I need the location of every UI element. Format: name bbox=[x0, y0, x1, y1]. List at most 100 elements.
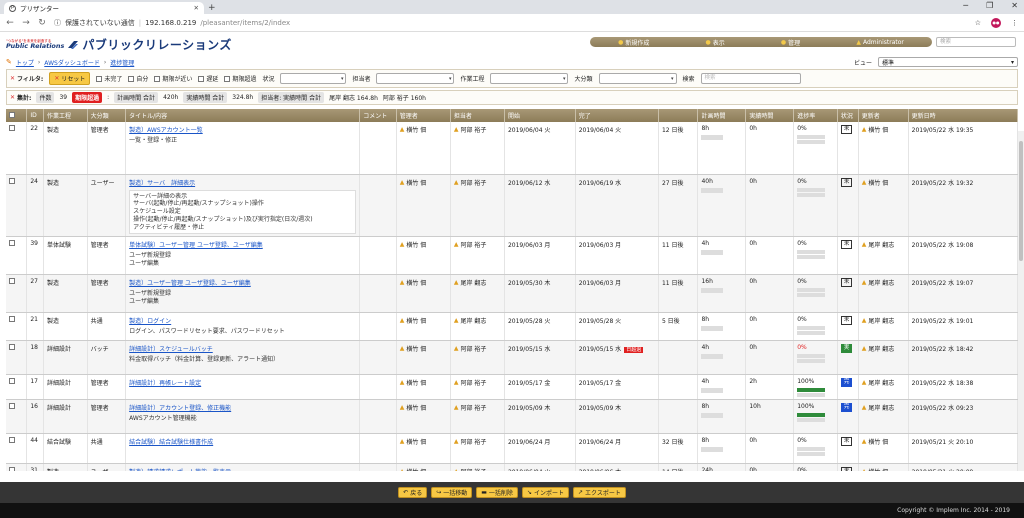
row-checkbox[interactable] bbox=[9, 316, 15, 323]
breadcrumb-top[interactable]: トップ bbox=[16, 58, 34, 67]
row-checkbox[interactable] bbox=[9, 467, 15, 471]
table-row[interactable]: 22 製造 管理者 製造）AWSアカウント一覧 一覧・登録・修正 ▲ 横竹 佃 ▲ 阿部 裕子 2… bbox=[6, 122, 1018, 175]
table-row[interactable]: 31製造ユーザー製造）請求請求レポート機能一覧表示一覧の表示当月の月中金額を表示… bbox=[6, 463, 1018, 471]
table-row[interactable]: 16 詳細設計 管理者 詳細設計）アカウント登録、修正機能 AWSアカウント管理機能 ▲ 横… bbox=[6, 399, 1018, 435]
logo[interactable]: "つながる"を未来を創造する Public Relations パブリックリレー… bbox=[6, 36, 232, 53]
assignee-select[interactable]: ▾ bbox=[376, 73, 455, 84]
bookmark-star-icon[interactable]: ☆ bbox=[975, 19, 981, 27]
column-header[interactable]: 管理者 bbox=[396, 109, 451, 122]
manager-user: ▲横竹 佃 bbox=[400, 178, 447, 187]
column-header[interactable]: 状況 bbox=[837, 109, 859, 122]
column-header[interactable]: 実績時間 bbox=[745, 109, 795, 122]
table-row[interactable]: 18 詳細設計 バッチ 詳細設計）スケジュールバッチ 料金取得バッチ（料金計算、登録更新… bbox=[6, 340, 1018, 376]
actual-total-chip[interactable]: 実績時間 合計 bbox=[183, 92, 228, 103]
table-row[interactable]: 44 結合試験 共通 結合試験）結合試験仕様書作成 ▲ 横竹 佃 ▲ 阿部 裕子 2019/06… bbox=[6, 433, 1018, 465]
item-title-link[interactable]: 詳細設計）アカウント登録、修正機能 bbox=[129, 403, 356, 412]
user-icon: ▲ bbox=[399, 279, 405, 287]
column-header[interactable]: 完了 bbox=[575, 109, 659, 122]
count-chip[interactable]: 件数 bbox=[36, 92, 55, 103]
column-header[interactable]: 更新者 bbox=[858, 109, 909, 122]
view-select[interactable]: 標準 ▾ bbox=[878, 57, 1018, 67]
browser-menu-icon[interactable]: ⋮ bbox=[1011, 19, 1018, 27]
item-title-link[interactable]: 製造）ユーザー管理 ユーザ登録、ユーザ編集 bbox=[129, 278, 356, 287]
category-select[interactable]: ▾ bbox=[598, 73, 677, 84]
url-field[interactable]: ⓘ 保護されていない通信 | 192.168.0.219/pleasanter/… bbox=[54, 18, 967, 28]
import-button[interactable]: ↘ インポート bbox=[521, 487, 569, 498]
new-tab-button[interactable]: + bbox=[208, 2, 216, 14]
item-title-link[interactable]: 結合試験）結合試験仕様書作成 bbox=[129, 437, 356, 446]
back-icon[interactable]: ← bbox=[6, 18, 14, 28]
reset-button[interactable]: ✕ リセット bbox=[49, 72, 91, 85]
filter-search-input[interactable]: 検索 bbox=[700, 73, 801, 84]
column-header[interactable]: 作業工程 bbox=[43, 109, 88, 122]
bulk-delete-button[interactable]: ▬ 一括削除 bbox=[476, 487, 518, 498]
global-search-input[interactable]: 検索 bbox=[936, 37, 1016, 47]
status-select[interactable]: ▾ bbox=[280, 73, 347, 84]
column-header[interactable]: コメント bbox=[359, 109, 397, 122]
row-checkbox[interactable] bbox=[9, 344, 15, 351]
table-row[interactable]: 24 製造 ユーザー 製造）サーバ 詳細表示 サーバー詳細の表示 サーバ(起動/停止/再起… bbox=[6, 174, 1018, 238]
profile-avatar[interactable]: ●● bbox=[991, 17, 1001, 28]
row-checkbox[interactable] bbox=[9, 278, 15, 285]
table-row[interactable]: 27 製造 管理者 製造）ユーザー管理 ユーザ登録、ユーザ編集 ユーザ新規登録 ユーザ編集… bbox=[6, 274, 1018, 314]
column-header[interactable]: 開始 bbox=[504, 109, 576, 122]
browser-tab[interactable]: P プリザンター ✕ bbox=[4, 2, 204, 14]
row-checkbox[interactable] bbox=[9, 125, 15, 131]
filter-overdue[interactable]: 遅延 bbox=[198, 74, 218, 83]
item-title-link[interactable]: 詳細設計）再帳レート設定 bbox=[129, 378, 356, 387]
assignee-total-chip[interactable]: 担当者: 実績時間 合計 bbox=[258, 92, 325, 103]
table-row[interactable]: 21 製造 共通 製造）ログイン ログイン、パスワードリセット要求、パスワードリセット ▲… bbox=[6, 312, 1018, 342]
column-header[interactable]: 担当者 bbox=[450, 109, 505, 122]
row-checkbox[interactable] bbox=[9, 177, 15, 184]
export-button[interactable]: ↗ エクスポート bbox=[572, 487, 626, 498]
row-checkbox[interactable] bbox=[9, 437, 15, 444]
reload-icon[interactable]: ↻ bbox=[38, 18, 46, 28]
item-title-link[interactable]: 製造）AWSアカウント一覧 bbox=[129, 125, 356, 134]
user-icon: ▲ bbox=[453, 345, 459, 353]
column-header[interactable]: 大分類 bbox=[87, 109, 127, 122]
row-checkbox[interactable] bbox=[9, 403, 15, 410]
process-select[interactable]: ▾ bbox=[490, 73, 569, 84]
manager-user: ▲横竹 佃 bbox=[400, 316, 447, 325]
cell-actual-hours: 10h bbox=[749, 403, 761, 411]
column-header[interactable] bbox=[6, 109, 28, 122]
menu-view[interactable]: ● 表示 bbox=[706, 38, 725, 47]
item-title-link[interactable]: 製造）ログイン bbox=[129, 316, 356, 325]
plan-bar bbox=[701, 447, 724, 453]
column-header[interactable]: 進捗率 bbox=[793, 109, 838, 122]
restore-icon[interactable]: ❐ bbox=[986, 1, 993, 10]
select-all-checkbox[interactable] bbox=[9, 111, 15, 118]
column-header[interactable]: 更新日時 bbox=[908, 109, 1018, 122]
item-title-link[interactable]: 単体試験）ユーザー管理 ユーザ登録、ユーザ編集 bbox=[129, 240, 356, 249]
row-checkbox[interactable] bbox=[9, 240, 15, 247]
forward-icon[interactable]: → bbox=[22, 18, 30, 28]
minimize-icon[interactable]: ─ bbox=[963, 1, 968, 10]
filter-incomplete[interactable]: 未完了 bbox=[96, 74, 122, 83]
table-row[interactable]: 17 詳細設計 管理者 詳細設計）再帳レート設定 ▲ 横竹 佃 ▲ 阿部 裕子 2019/05/… bbox=[6, 374, 1018, 401]
close-window-icon[interactable]: ✕ bbox=[1011, 1, 1018, 10]
breadcrumb-dashboard[interactable]: AWSダッシュボード bbox=[44, 58, 100, 67]
item-title-link[interactable]: 詳細設計）スケジュールバッチ bbox=[129, 344, 356, 353]
breadcrumb-progress[interactable]: 進捗管理 bbox=[110, 58, 134, 67]
close-tab-icon[interactable]: ✕ bbox=[194, 4, 199, 12]
column-header[interactable]: ID bbox=[26, 109, 44, 122]
item-title-link[interactable]: 製造）請求請求レポート機能一覧表示 bbox=[129, 467, 356, 471]
bulk-move-button[interactable]: ↪ 一括移動 bbox=[431, 487, 473, 498]
item-title-link[interactable]: 製造）サーバ 詳細表示 bbox=[129, 178, 356, 187]
menu-user[interactable]: ▲ Administrator bbox=[856, 39, 904, 46]
filter-near-deadline[interactable]: 期限が近い bbox=[154, 74, 192, 83]
column-header[interactable]: タイトル/内容 bbox=[125, 109, 361, 122]
column-header[interactable]: 計画時間 bbox=[697, 109, 747, 122]
scrollbar-thumb[interactable] bbox=[1019, 141, 1023, 261]
filter-mine[interactable]: 自分 bbox=[128, 74, 148, 83]
vertical-scrollbar[interactable] bbox=[1018, 131, 1024, 471]
overdue-chip[interactable]: 期限超過 bbox=[72, 92, 103, 103]
row-checkbox[interactable] bbox=[9, 378, 15, 385]
back-button[interactable]: ↶ 戻る bbox=[398, 487, 428, 498]
filter-deadline-passed[interactable]: 期限超過 bbox=[224, 74, 256, 83]
menu-admin[interactable]: ● 管理 bbox=[781, 38, 800, 47]
column-header[interactable] bbox=[658, 109, 699, 122]
plan-total-chip[interactable]: 計画時間 合計 bbox=[114, 92, 159, 103]
table-row[interactable]: 39 単体試験 管理者 単体試験）ユーザー管理 ユーザ登録、ユーザ編集 ユーザ新規登録ユ… bbox=[6, 236, 1018, 276]
menu-new[interactable]: ● 新規作成 bbox=[618, 38, 649, 47]
